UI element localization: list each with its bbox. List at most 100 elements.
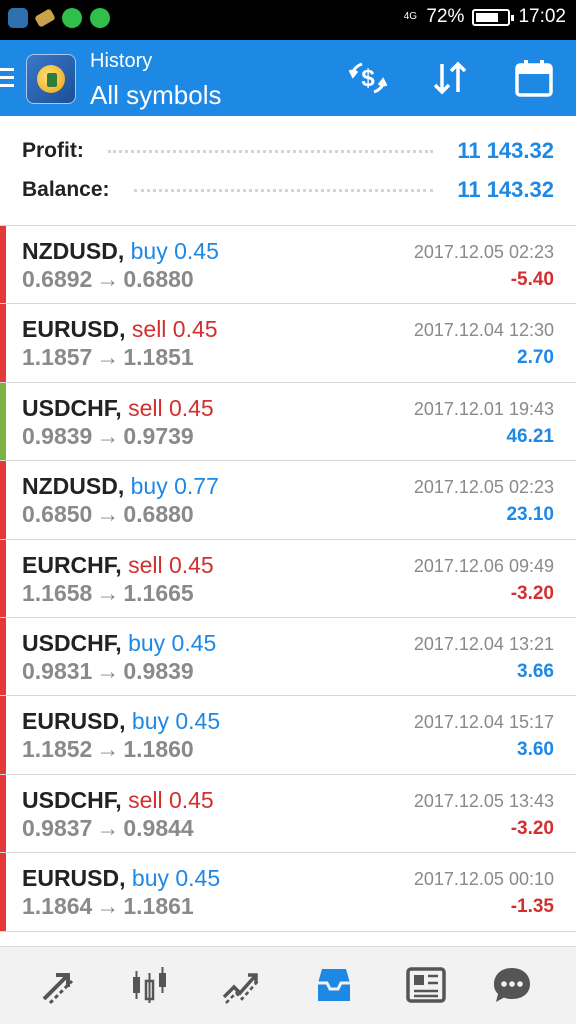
trade-side-volume: buy 0.45 [128,629,217,656]
trade-prices: 0.6850 → 0.6880 [22,501,194,528]
close-price: 1.1665 [123,579,194,606]
trade-profit: -1.35 [510,896,554,918]
close-price: 0.9839 [123,657,194,684]
trade-symbol: EURUSD, [22,708,126,735]
header-subtitle: History [90,50,153,72]
message-icon [8,8,28,28]
close-price: 0.6880 [123,501,194,528]
trade-row[interactable]: NZDUSD, buy 0.77 0.6850 → 0.6880 2017.12.05 … [0,461,576,540]
sort-icon[interactable] [430,58,470,98]
chat-icon[interactable] [490,963,534,1007]
trade-symbol: EURUSD, [22,865,126,892]
balance-label: Balance: [22,178,110,201]
arrow-right-icon: → [96,344,120,371]
open-price: 1.1658 [22,579,93,606]
close-price: 0.9844 [123,814,194,841]
arrow-right-icon: → [96,736,120,763]
trade-status-bar [0,226,6,304]
trade-time: 2017.12.05 02:23 [413,477,554,498]
profit-label: Profit: [22,139,84,162]
trade-row[interactable]: EURUSD, buy 0.45 1.1864 → 1.1861 2017.12.05 … [0,853,576,932]
whatsapp-icon [90,8,110,28]
trade-symbol: NZDUSD, [22,473,125,500]
trade-list: NZDUSD, buy 0.45 0.6892 → 0.6880 2017.12.05 … [0,226,576,932]
trade-prices: 1.1857 → 1.1851 [22,344,194,371]
trade-title: EURUSD, buy 0.45 [22,708,220,735]
quotes-icon[interactable] [36,963,80,1007]
arrow-right-icon: → [96,501,120,528]
trade-icon[interactable] [220,963,264,1007]
calendar-icon[interactable] [514,58,554,98]
deposit-icon[interactable]: $ [348,58,388,98]
close-price: 1.1851 [123,344,194,371]
trade-status-bar [0,539,6,617]
news-icon[interactable] [404,963,448,1007]
arrow-right-icon: → [96,579,120,606]
trade-profit: -3.20 [510,817,554,839]
open-price: 1.1852 [22,736,93,763]
trade-side-volume: buy 0.45 [131,865,221,892]
trade-side-volume: sell 0.45 [131,316,218,343]
open-price: 1.1864 [22,893,93,920]
arrow-right-icon: → [96,814,120,841]
trade-time: 2017.12.06 09:49 [413,555,554,576]
arrow-right-icon: → [96,893,120,920]
history-icon[interactable] [312,963,356,1007]
clock: 17:02 [518,6,566,27]
symbol-filter[interactable]: All symbols [90,80,221,111]
trade-time: 2017.12.04 13:21 [413,633,554,654]
trade-status-bar [0,461,6,539]
trade-title: NZDUSD, buy 0.45 [22,238,219,265]
arrow-right-icon: → [96,657,120,684]
trade-side-volume: buy 0.45 [131,708,221,735]
trade-symbol: USDCHF, [22,786,122,813]
close-price: 1.1861 [123,893,194,920]
trade-row[interactable]: USDCHF, buy 0.45 0.9831 → 0.9839 2017.12.04 … [0,617,576,697]
menu-icon[interactable] [0,68,14,88]
trade-symbol: USDCHF, [22,629,122,656]
open-price: 0.6850 [22,501,93,528]
profit-row: Profit: 11 143.32 [22,136,554,166]
trade-status-bar [0,304,6,382]
balance-row: Balance: 11 143.32 [22,175,554,205]
trade-row[interactable]: EURUSD, sell 0.45 1.1857 → 1.1851 2017.12.04… [0,304,576,383]
dot-leader [133,188,434,192]
trade-profit: -5.40 [510,269,554,290]
open-price: 0.6892 [22,266,93,292]
trade-status-bar [0,774,6,853]
trade-side-volume: sell 0.45 [128,786,214,813]
trade-row[interactable]: USDCHF, sell 0.45 0.9839 → 0.9739 2017.12.01… [0,382,576,462]
trade-profit: 46.21 [506,425,554,447]
trade-side-volume: buy 0.45 [130,238,219,264]
app-logo[interactable] [26,54,76,104]
trade-profit: 2.70 [517,347,554,369]
trade-title: USDCHF, sell 0.45 [22,395,214,422]
trade-row[interactable]: EURCHF, sell 0.45 1.1658 → 1.1665 2017.12.06… [0,539,576,618]
trade-side-volume: sell 0.45 [128,394,214,421]
close-price: 0.6880 [123,266,194,292]
svg-text:$: $ [361,65,375,92]
notification-icons [8,8,110,28]
open-price: 0.9831 [22,657,93,684]
open-price: 0.9837 [22,814,93,841]
trade-prices: 0.9837 → 0.9844 [22,815,194,842]
trade-time: 2017.12.04 12:30 [413,320,554,341]
trade-time: 2017.12.05 02:23 [413,242,554,262]
trade-title: EURUSD, sell 0.45 [22,316,218,343]
close-price: 1.1860 [123,736,194,763]
profit-value: 11 143.32 [457,138,554,163]
trade-row[interactable]: USDCHF, sell 0.45 0.9837 → 0.9844 2017.12.05… [0,774,576,854]
trade-prices: 0.6892 → 0.6880 [22,266,194,293]
trade-profit: -3.20 [510,582,554,604]
trade-row[interactable]: NZDUSD, buy 0.45 0.6892 → 0.6880 2017.12.05 … [0,226,576,305]
trade-profit: 23.10 [506,504,554,526]
chart-icon[interactable] [128,963,172,1007]
arrow-right-icon: → [96,422,120,449]
trade-profit: 3.60 [517,739,554,761]
trade-title: USDCHF, buy 0.45 [22,630,216,657]
trade-row[interactable]: EURUSD, buy 0.45 1.1852 → 1.1860 2017.12.04 … [0,696,576,775]
bottom-navigation [0,946,576,1024]
account-summary: Profit: 11 143.32 Balance: 11 143.32 [0,116,576,226]
network-indicator: 4G [403,11,418,22]
trade-status-bar [0,382,6,461]
